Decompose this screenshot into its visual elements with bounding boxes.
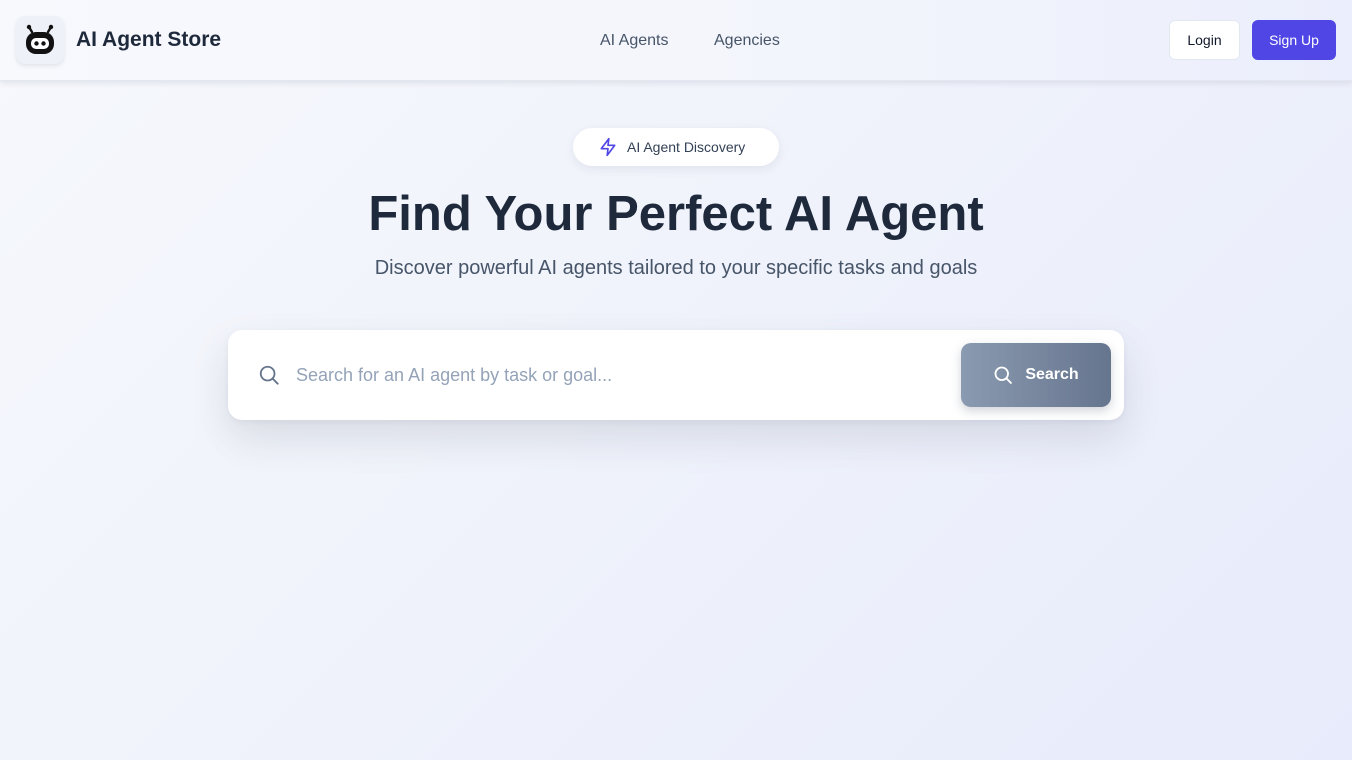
login-button[interactable]: Login xyxy=(1169,20,1240,60)
nav-link-ai-agents[interactable]: AI Agents xyxy=(600,31,669,51)
logo[interactable] xyxy=(16,16,64,64)
search-bar: Search xyxy=(228,330,1124,420)
search-button-label: Search xyxy=(1025,366,1079,383)
brand-name[interactable]: AI Agent Store xyxy=(76,27,221,53)
search-button-icon xyxy=(994,366,1013,384)
page-subtitle: Discover powerful AI agents tailored to … xyxy=(374,257,978,279)
nav-link-agencies[interactable]: Agencies xyxy=(714,31,780,51)
hero-badge-label: AI Agent Discovery xyxy=(627,139,746,155)
robot-icon xyxy=(26,24,54,54)
search-input[interactable] xyxy=(296,357,936,393)
signup-button[interactable]: Sign Up xyxy=(1252,20,1336,60)
hero-badge: AI Agent Discovery xyxy=(573,128,779,166)
lightning-icon xyxy=(600,137,616,157)
top-navbar: AI Agent Store AI Agents Agencies Login … xyxy=(0,0,1352,81)
page-title: Find Your Perfect AI Agent xyxy=(368,187,984,241)
search-button[interactable]: Search xyxy=(961,343,1111,407)
search-icon xyxy=(258,364,280,386)
